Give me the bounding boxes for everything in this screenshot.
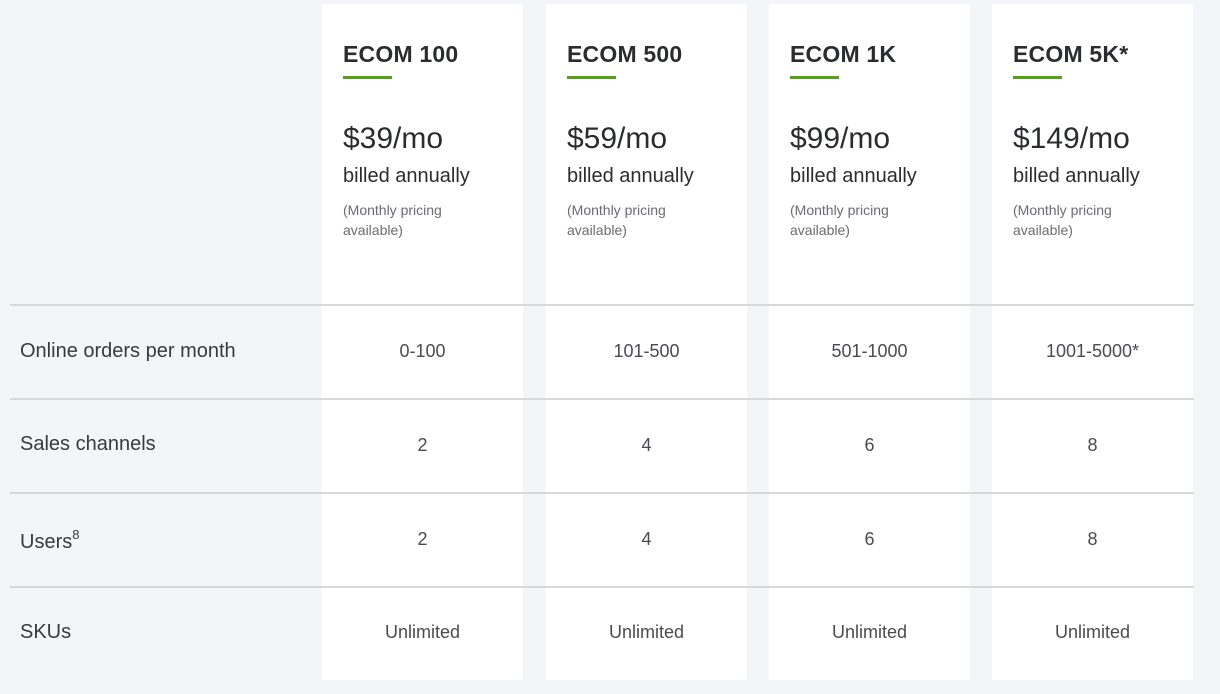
plan-price: $149/mo — [1013, 122, 1130, 155]
row-divider — [10, 304, 1194, 306]
feature-value: 501-1000 — [831, 341, 908, 361]
feature-value: 0-100 — [399, 341, 446, 361]
feature-value: 1001-5000* — [1045, 341, 1140, 361]
feature-value: Unlimited — [831, 622, 908, 642]
feature-label: SKUs — [20, 621, 72, 643]
feature-value: 8 — [1087, 529, 1098, 549]
feature-label: Users8 — [20, 527, 79, 554]
plan-price: $99/mo — [790, 122, 891, 155]
plan-billing: billed annually — [343, 165, 470, 187]
row-divider — [10, 492, 1194, 494]
plan-note: (Monthly pricing available) — [567, 202, 666, 238]
feature-value: Unlimited — [608, 622, 685, 642]
plan-accent-bar — [790, 76, 839, 79]
plan-note: (Monthly pricing available) — [790, 202, 889, 238]
plan-billing: billed annually — [1013, 165, 1140, 187]
plan-accent-bar — [1013, 76, 1062, 79]
plan-name: ECOM 500 — [567, 41, 683, 67]
feature-value: 2 — [417, 435, 428, 455]
plan-note: (Monthly pricing available) — [343, 202, 442, 238]
feature-label: Online orders per month — [20, 340, 236, 362]
feature-value: 2 — [417, 529, 428, 549]
plan-name: ECOM 1K — [790, 41, 897, 67]
feature-value: 4 — [641, 529, 652, 549]
feature-value: 6 — [864, 529, 875, 549]
plan-price: $39/mo — [343, 122, 444, 155]
plan-billing: billed annually — [790, 165, 917, 187]
feature-value: 4 — [641, 435, 652, 455]
plan-billing: billed annually — [567, 165, 694, 187]
plan-note: (Monthly pricing available) — [1013, 202, 1112, 238]
plan-accent-bar — [343, 76, 392, 79]
row-divider — [10, 586, 1194, 588]
feature-value: 8 — [1087, 435, 1098, 455]
feature-value: Unlimited — [1054, 622, 1131, 642]
feature-label: Sales channels — [20, 433, 156, 455]
feature-value: Unlimited — [384, 622, 461, 642]
feature-value: 101-500 — [613, 341, 680, 361]
plan-name: ECOM 5K* — [1013, 41, 1129, 67]
feature-value: 6 — [864, 435, 875, 455]
plan-name: ECOM 100 — [343, 41, 459, 67]
row-divider — [10, 398, 1194, 400]
footnote-marker: 8 — [72, 527, 80, 542]
plan-accent-bar — [567, 76, 616, 79]
plan-price: $59/mo — [567, 122, 668, 155]
feature-label-text: Users — [20, 531, 73, 553]
